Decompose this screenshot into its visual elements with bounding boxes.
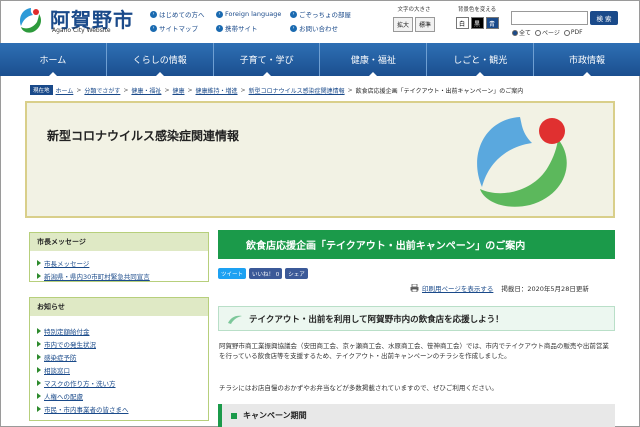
notice-box: お知らせ 特別定額給付金 市内での発生状況 感染症予防 相談窓口 マスクの作り方…	[29, 297, 209, 421]
bg-white-button[interactable]: 白	[455, 17, 469, 29]
header-links: › はじめての方へ › Foreign language › ごぞっちょの部屋 › サイ…	[150, 9, 380, 33]
header-link-contact[interactable]: › お問い合わせ	[290, 23, 380, 33]
breadcrumb-link[interactable]: 健康	[172, 86, 184, 95]
city-logo-icon[interactable]	[17, 6, 45, 34]
triangle-right-icon	[37, 392, 41, 399]
header-link-foreign-language[interactable]: › Foreign language	[216, 9, 290, 19]
arrow-circle-icon: ›	[290, 10, 297, 18]
font-size-label: 文字の大きさ	[397, 7, 431, 13]
breadcrumb-link[interactable]: 新型コロナウイルス感染症関連情報	[249, 86, 345, 95]
tweet-button[interactable]: ツイート	[218, 268, 247, 279]
sidebar-item-citizens-businesses[interactable]: 市民・市内事業者の皆さまへ	[30, 402, 208, 415]
header-link-mobile-site[interactable]: › 携帯サイト	[216, 23, 290, 33]
arrow-circle-icon: ›	[216, 24, 223, 32]
sidebar-item-mayor-message[interactable]: 市長メッセージ	[30, 256, 208, 269]
search-scope-all[interactable]: 全て	[512, 28, 531, 37]
triangle-right-icon	[37, 340, 41, 347]
subtitle-heading: テイクアウト・出前を利用して阿賀野市内の飲食店を応援しよう！	[249, 314, 504, 325]
search-scope-radios: 全て ページ PDF	[512, 28, 583, 37]
print-page-link[interactable]: 印刷用ページを表示する	[422, 283, 493, 293]
page-title: 飲食店応援企画「テイクアウト・出前キャンペーン」のご案内	[218, 230, 615, 259]
sidebar-item-mask[interactable]: マスクの作り方・洗い方	[30, 376, 208, 389]
banner-title: 新型コロナウイルス感染症関連情報	[47, 129, 240, 143]
search-scope-pdf[interactable]: PDF	[563, 29, 583, 36]
arrow-circle-icon: ›	[216, 10, 223, 18]
mayor-message-heading: 市長メッセージ	[30, 233, 208, 251]
breadcrumb-here-badge: 現在地	[30, 85, 53, 95]
swoosh-icon	[228, 315, 242, 324]
radio-icon	[535, 29, 542, 36]
font-size-control: 文字の大きさ 拡大 標準	[389, 5, 439, 32]
campaign-period-title: キャンペーン期間	[243, 411, 307, 420]
nav-work-tourism[interactable]: しごと・観光	[427, 43, 535, 76]
nav-city-admin[interactable]: 市政情報	[534, 43, 640, 76]
square-icon	[231, 412, 237, 419]
bg-blue-button[interactable]: 青	[485, 17, 499, 29]
sidebar-item-human-rights[interactable]: 人権への配慮	[30, 389, 208, 402]
mayor-message-box: 市長メッセージ 市長メッセージ 新潟県・県内30市町村緊急共同宣言	[29, 232, 209, 282]
sidebar-item-consultation[interactable]: 相談窓口	[30, 363, 208, 376]
header-link-gozoccho-room[interactable]: › ごぞっちょの部屋	[290, 9, 380, 19]
global-nav: ホーム くらしの情報 子育て・学び 健康・福祉 しごと・観光 市政情報	[0, 43, 640, 76]
nav-childcare-learning[interactable]: 子育て・学び	[214, 43, 321, 76]
radio-icon	[563, 29, 570, 36]
triangle-right-icon	[37, 366, 41, 373]
triangle-right-icon	[37, 379, 41, 386]
sidebar-item-outbreak-status[interactable]: 市内での発生状況	[30, 337, 208, 350]
breadcrumb-current: 飲食店応援企画「テイクアウト・出前キャンペーン」のご案内	[355, 87, 524, 95]
triangle-right-icon	[37, 353, 41, 360]
bg-black-button[interactable]: 黒	[470, 17, 484, 29]
font-standard-button[interactable]: 標準	[415, 17, 436, 32]
breadcrumb-link[interactable]: 分類でさがす	[84, 86, 120, 95]
triangle-right-icon	[37, 259, 41, 266]
sidebar-item-prevention[interactable]: 感染症予防	[30, 350, 208, 363]
header-link-sitemap[interactable]: › サイトマップ	[150, 23, 216, 33]
breadcrumb-link[interactable]: 健康・福祉	[131, 86, 161, 95]
breadcrumb-link[interactable]: ホーム	[56, 86, 74, 95]
breadcrumb: 現在地 ホーム > 分類でさがす > 健康・福祉 > 健康 > 健康維持・増進 > 新型コ…	[30, 85, 523, 95]
covid-banner[interactable]: 新型コロナウイルス感染症関連情報	[25, 101, 615, 218]
publish-date: 掲載日：2020年5月28日更新	[501, 285, 589, 293]
radio-selected-icon	[512, 29, 518, 36]
search-input[interactable]	[511, 11, 588, 25]
site-subtitle: Agano City Website	[52, 27, 111, 34]
header-link-first-visit[interactable]: › はじめての方へ	[150, 9, 216, 19]
triangle-right-icon	[37, 272, 41, 279]
print-row: 印刷用ページを表示する 掲載日：2020年5月28日更新	[410, 283, 589, 293]
sidebar-item-benefit[interactable]: 特別定額給付金	[30, 324, 208, 337]
printer-icon	[410, 284, 419, 292]
triangle-right-icon	[37, 405, 41, 412]
city-emblem-icon	[477, 117, 567, 207]
arrow-circle-icon: ›	[290, 24, 297, 32]
nav-health-welfare[interactable]: 健康・福祉	[320, 43, 428, 76]
bg-color-control: 背景色を変える 白 黒 青	[452, 5, 502, 29]
search-button[interactable]: 検 索	[590, 11, 618, 25]
arrow-circle-icon: ›	[150, 10, 157, 18]
nav-home[interactable]: ホーム	[0, 43, 107, 76]
arrow-circle-icon: ›	[150, 24, 157, 32]
like-button[interactable]: いいね！ 0	[249, 268, 283, 279]
flyer-paragraph: チラシにはお店自慢のおかずやお弁当などが多数掲載されていますので、ぜひご利用くだ…	[219, 384, 498, 392]
sidebar-item-joint-declaration[interactable]: 新潟県・県内30市町村緊急共同宣言	[30, 269, 208, 282]
search-scope-page[interactable]: ページ	[535, 28, 560, 37]
nav-living[interactable]: くらしの情報	[107, 43, 214, 76]
site-header: 阿賀野市 Agano City Website › はじめての方へ › Foreig…	[0, 0, 640, 42]
share-button[interactable]: シェア	[285, 268, 308, 279]
breadcrumb-link[interactable]: 健康維持・増進	[196, 86, 238, 95]
triangle-right-icon	[37, 327, 41, 334]
bg-color-label: 背景色を変える	[457, 7, 497, 13]
subtitle-box: テイクアウト・出前を利用して阿賀野市内の飲食店を応援しよう！	[218, 306, 615, 331]
notice-heading: お知らせ	[30, 298, 208, 316]
campaign-period-heading: キャンペーン期間	[218, 404, 615, 427]
font-enlarge-button[interactable]: 拡大	[392, 17, 413, 32]
intro-paragraph: 阿賀野市商工業振興協議会（安田商工会、京ヶ瀬商工会、水原商工会、笹神商工会）では…	[219, 342, 609, 360]
sns-buttons: ツイート いいね！ 0 シェア	[218, 268, 308, 279]
